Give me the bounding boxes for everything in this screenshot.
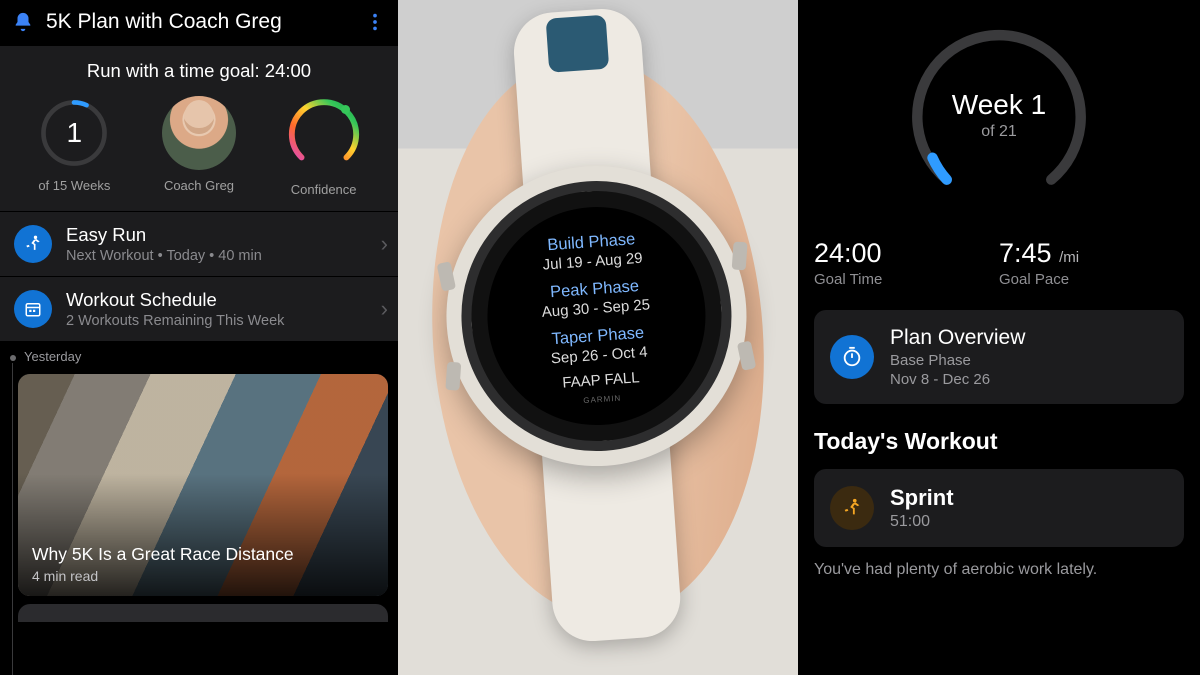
goal-pace: 7:45 /mi Goal Pace bbox=[999, 238, 1184, 288]
week-title: Week 1 bbox=[952, 89, 1046, 121]
runner-icon bbox=[14, 225, 52, 263]
goal-heading: Run with a time goal: 24:00 bbox=[12, 60, 386, 82]
week-of: of 21 bbox=[981, 123, 1017, 141]
watch-button bbox=[732, 241, 748, 270]
next-workout-row[interactable]: Easy Run Next Workout • Today • 40 min › bbox=[0, 211, 398, 276]
article-card[interactable]: Why 5K Is a Great Race Distance 4 min re… bbox=[18, 374, 388, 596]
confidence-ring-icon bbox=[285, 96, 363, 174]
goal-time: 24:00 Goal Time bbox=[814, 238, 999, 288]
stat-value: 24:00 bbox=[814, 238, 999, 269]
workout-note: You've had plenty of aerobic work lately… bbox=[814, 561, 1184, 579]
stopwatch-icon bbox=[830, 335, 874, 379]
cutoff-text: FAAP FALL bbox=[562, 369, 640, 391]
right-panel: Week 1 of 21 24:00 Goal Time 7:45 /mi Go… bbox=[798, 0, 1200, 675]
schedule-row[interactable]: Workout Schedule 2 Workouts Remaining Th… bbox=[0, 276, 398, 341]
week-label: of 15 Weeks bbox=[38, 178, 110, 193]
row-title: Workout Schedule bbox=[66, 289, 367, 311]
watch-button bbox=[437, 260, 457, 290]
watch-brand: GARMIN bbox=[583, 393, 622, 405]
chevron-right-icon: › bbox=[381, 231, 388, 257]
week-number: 1 bbox=[37, 96, 111, 170]
goal-banner: Run with a time goal: 24:00 1 of 15 Week… bbox=[0, 46, 398, 211]
stat-label: Goal Time bbox=[814, 271, 999, 288]
timeline: Yesterday Why 5K Is a Great Race Distanc… bbox=[0, 341, 398, 675]
page-title: 5K Plan with Coach Greg bbox=[46, 10, 352, 34]
card-sub: Base Phase bbox=[890, 352, 1025, 369]
next-card-peek bbox=[18, 604, 388, 622]
watch-button bbox=[445, 361, 461, 390]
row-title: Easy Run bbox=[66, 224, 367, 246]
runner-icon bbox=[830, 486, 874, 530]
card-dates: Nov 8 - Dec 26 bbox=[890, 371, 1025, 388]
watch-screen: Build Phase Jul 19 - Aug 29 Peak Phase A… bbox=[480, 199, 713, 432]
stats-row: 24:00 Goal Time 7:45 /mi Goal Pace bbox=[814, 238, 1184, 288]
phase-item: Build Phase Jul 19 - Aug 29 bbox=[541, 229, 643, 273]
row-sub: Next Workout • Today • 40 min bbox=[66, 248, 367, 264]
coach-label: Coach Greg bbox=[164, 178, 234, 193]
article-readtime: 4 min read bbox=[32, 568, 374, 584]
workout-duration: 51:00 bbox=[890, 513, 954, 531]
row-sub: 2 Workouts Remaining This Week bbox=[66, 313, 367, 329]
phase-item: Peak Phase Aug 30 - Sep 25 bbox=[540, 276, 651, 320]
coach-avatar bbox=[162, 96, 236, 170]
stat-value: 7:45 /mi bbox=[999, 238, 1184, 269]
confidence-label: Confidence bbox=[291, 182, 357, 197]
article-title: Why 5K Is a Great Race Distance bbox=[32, 544, 374, 565]
watch-body: Build Phase Jul 19 - Aug 29 Peak Phase A… bbox=[436, 155, 756, 475]
wrist: Build Phase Jul 19 - Aug 29 Peak Phase A… bbox=[414, 47, 782, 629]
watch-photo-panel: Build Phase Jul 19 - Aug 29 Peak Phase A… bbox=[398, 0, 798, 675]
phase-item: Taper Phase Sep 26 - Oct 4 bbox=[549, 323, 648, 367]
chevron-right-icon: › bbox=[381, 296, 388, 322]
watch-button bbox=[737, 340, 757, 370]
workout-card[interactable]: Sprint 51:00 bbox=[814, 469, 1184, 547]
bell-icon[interactable] bbox=[12, 11, 34, 33]
watch-bezel: Build Phase Jul 19 - Aug 29 Peak Phase A… bbox=[452, 171, 740, 459]
app-header: 5K Plan with Coach Greg bbox=[0, 0, 398, 40]
workout-title: Sprint bbox=[890, 485, 954, 511]
stat-label: Goal Pace bbox=[999, 271, 1184, 288]
confidence-block[interactable]: Confidence bbox=[269, 96, 379, 197]
left-panel: 5K Plan with Coach Greg Run with a time … bbox=[0, 0, 398, 675]
plan-overview-card[interactable]: Plan Overview Base Phase Nov 8 - Dec 26 bbox=[814, 310, 1184, 404]
calendar-icon bbox=[14, 290, 52, 328]
today-heading: Today's Workout bbox=[814, 428, 1184, 455]
coach-avatar-block[interactable]: Coach Greg bbox=[144, 96, 254, 193]
more-icon[interactable] bbox=[364, 11, 386, 33]
timeline-label: Yesterday bbox=[24, 349, 388, 364]
week-ring: Week 1 of 21 bbox=[814, 20, 1184, 210]
card-title: Plan Overview bbox=[890, 326, 1025, 350]
week-progress[interactable]: 1 of 15 Weeks bbox=[19, 96, 129, 193]
